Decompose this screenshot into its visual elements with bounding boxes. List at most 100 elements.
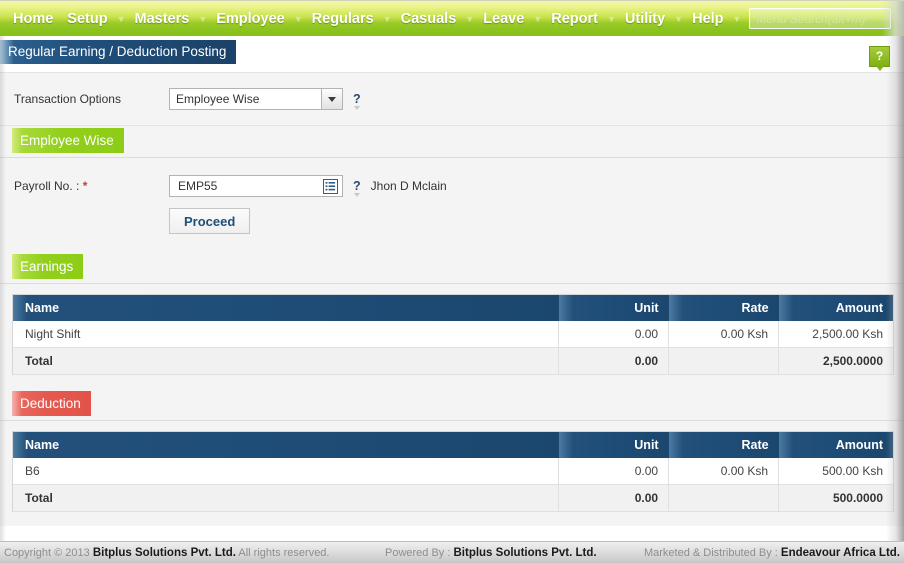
deduction-total-amount: 500.0000 [778,484,893,512]
menu-item-leave[interactable]: Leave [476,1,531,36]
earnings-total-unit: 0.00 [558,347,670,375]
chevron-down-icon: ▼ [293,13,303,24]
earnings-table: Name Unit Rate Amount Night Shift 0.00 0… [13,295,893,375]
menu-item-home[interactable]: Home [6,1,60,36]
menu-item-utility[interactable]: Utility [618,1,672,36]
deduction-row-amount: 500.00 Ksh [778,458,893,485]
deduction-row-unit: 0.00 [558,458,670,485]
transaction-options-selected-value: Employee Wise [176,92,260,106]
payroll-no-label-text: Payroll No. : [14,179,80,193]
earnings-table-container: Name Unit Rate Amount Night Shift 0.00 0… [12,294,894,375]
earnings-col-unit: Unit [558,295,669,321]
chevron-down-icon: ▼ [116,13,126,24]
earnings-section-label: Earnings [12,254,84,279]
payroll-no-input[interactable] [176,178,320,194]
deduction-table-container: Name Unit Rate Amount B6 0.00 0.00 Ksh 5… [12,431,894,512]
transaction-options-label: Transaction Options [14,92,121,106]
menu-item-regulars[interactable]: Regulars [305,1,381,36]
earnings-col-name: Name [13,295,559,321]
menu-item-help[interactable]: Help [685,1,730,36]
deduction-section-header: Deduction [0,389,904,421]
payroll-no-help-icon[interactable]: ? [353,179,361,197]
deduction-table: Name Unit Rate Amount B6 0.00 0.00 Ksh 5… [13,432,893,512]
transaction-options-row: Transaction Options Employee Wise ? [0,87,904,111]
proceed-row: Proceed [0,208,904,234]
deduction-section: Deduction Name Unit Rate Amount B6 0.00 … [0,389,904,526]
required-marker: * [82,179,88,193]
footer-copyright-company: Bitplus Solutions Pvt. Ltd. [92,546,236,559]
transaction-options-help-icon[interactable]: ? [353,92,361,110]
earnings-table-header-row: Name Unit Rate Amount [13,295,893,321]
page-footer: Copyright © 2013 Bitplus Solutions Pvt. … [0,541,904,563]
deduction-col-amount: Amount [778,432,893,458]
list-lookup-icon[interactable] [323,179,338,194]
menu-search-container [749,8,904,29]
footer-powered-by: Powered By : Bitplus Solutions Pvt. Ltd. [385,547,597,559]
chevron-down-icon[interactable] [321,89,342,109]
menu-item-report[interactable]: Report [544,1,605,36]
table-row[interactable]: B6 0.00 0.00 Ksh 500.00 Ksh [13,458,893,485]
deduction-col-unit: Unit [558,432,669,458]
application-window: Home Setup ▼ Masters ▼ Employee ▼ Regula… [0,0,904,563]
deduction-col-rate: Rate [668,432,779,458]
transaction-options-select[interactable]: Employee Wise [169,88,343,110]
earnings-total-rate [668,347,780,375]
deduction-row-name: B6 [13,458,560,485]
payroll-no-field[interactable] [169,175,343,197]
employee-wise-form: Payroll No. : * EMP55 ? Jhon D Mclain Pr… [0,158,904,252]
earnings-row-rate: 0.00 Ksh [668,321,780,348]
earnings-col-amount: Amount [778,295,893,321]
deduction-total-unit: 0.00 [558,484,670,512]
deduction-col-name: Name [13,432,559,458]
footer-copyright-prefix: Copyright © 2013 [4,546,90,559]
transaction-options-block: Transaction Options Employee Wise ? [0,73,904,126]
earnings-row-unit: 0.00 [558,321,670,348]
page-help-icon[interactable]: ? [869,46,890,71]
menu-item-employee[interactable]: Employee [209,1,292,36]
deduction-total-label: Total [13,484,560,512]
menu-item-setup[interactable]: Setup [60,1,114,36]
earnings-section-header: Earnings [0,252,904,284]
footer-powered-company: Bitplus Solutions Pvt. Ltd. [453,546,597,559]
earnings-total-label: Total [13,347,560,375]
footer-copyright: Copyright © 2013 Bitplus Solutions Pvt. … [4,547,329,559]
chevron-down-icon: ▼ [533,13,543,24]
employee-name-display: Jhon D Mclain [370,179,447,193]
chevron-down-icon: ▼ [382,13,392,24]
footer-powered-prefix: Powered By : [385,546,451,559]
deduction-section-label: Deduction [12,391,91,416]
search-icon[interactable] [897,11,904,27]
deduction-row-rate: 0.00 Ksh [668,458,780,485]
table-row[interactable]: Night Shift 0.00 0.00 Ksh 2,500.00 Ksh [13,321,893,348]
footer-marketed-by: Marketed & Distributed By : Endeavour Af… [644,547,900,559]
main-menu-bar: Home Setup ▼ Masters ▼ Employee ▼ Regula… [0,0,904,36]
chevron-down-icon: ▼ [606,13,616,24]
menu-search-input[interactable] [749,8,892,29]
earnings-bottom-spacer [0,375,904,389]
deduction-bottom-spacer [0,512,904,526]
footer-marketed-company: Endeavour Africa Ltd. [780,546,900,559]
chevron-down-icon: ▼ [732,13,742,24]
earnings-row-name: Night Shift [13,321,560,348]
payroll-no-label: Payroll No. : * [14,179,169,193]
menu-item-masters[interactable]: Masters [128,1,197,36]
chevron-down-icon: ▼ [465,13,475,24]
page-content: Transaction Options Employee Wise ? Empl… [0,73,904,526]
menu-item-casuals[interactable]: Casuals [394,1,464,36]
earnings-row-amount: 2,500.00 Ksh [778,321,893,348]
proceed-button[interactable]: Proceed [169,208,251,234]
earnings-total-row: Total 0.00 2,500.0000 [13,347,893,375]
deduction-total-rate [668,484,780,512]
payroll-no-row: Payroll No. : * EMP55 ? Jhon D Mclain [0,174,904,198]
deduction-total-row: Total 0.00 500.0000 [13,484,893,512]
earnings-total-amount: 2,500.0000 [778,347,893,375]
earnings-section: Earnings Name Unit Rate Amount Night Shi… [0,252,904,389]
earnings-col-rate: Rate [668,295,779,321]
employee-wise-section: Employee Wise Payroll No. : * EMP55 ? Jh… [0,126,904,252]
page-title: Regular Earning / Deduction Posting [0,40,237,64]
page-title-strip: Regular Earning / Deduction Posting [0,36,904,73]
employee-wise-section-label: Employee Wise [12,128,124,153]
chevron-down-icon: ▼ [674,13,684,24]
footer-copyright-suffix: All rights reserved. [238,546,330,559]
chevron-down-icon: ▼ [198,13,208,24]
